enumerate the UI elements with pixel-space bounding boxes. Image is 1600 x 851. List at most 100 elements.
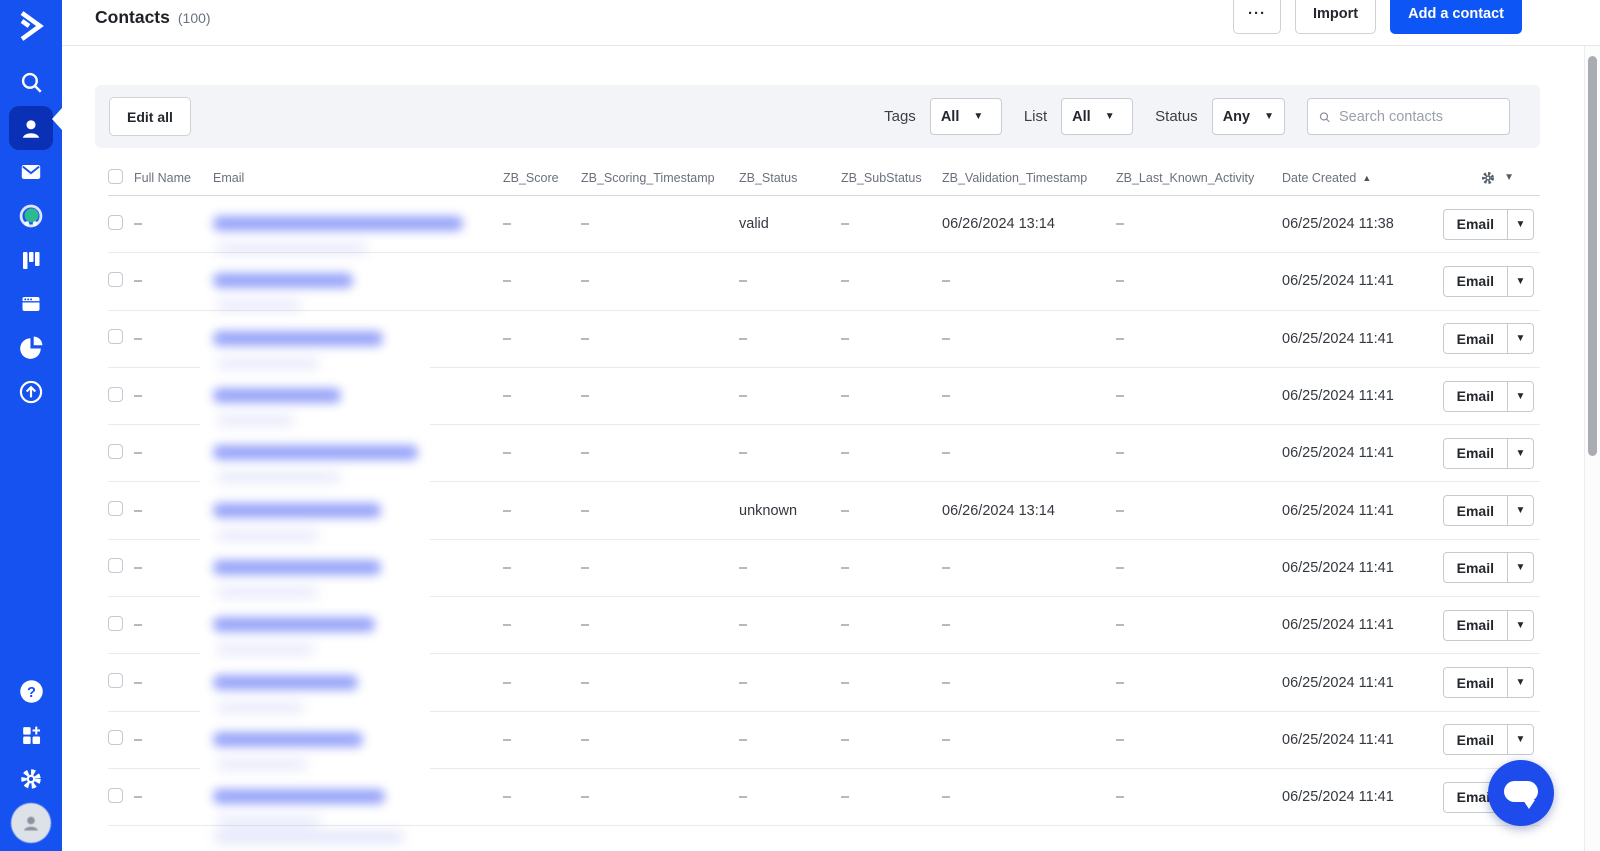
cell-zb-last-known-activity: – bbox=[1116, 445, 1125, 462]
email-action-dropdown[interactable]: ▼ bbox=[1507, 209, 1533, 239]
sidebar-item-upgrade[interactable] bbox=[0, 370, 62, 414]
sidebar-item-account[interactable] bbox=[0, 801, 62, 845]
cell-zb-last-known-activity: – bbox=[1116, 502, 1125, 519]
import-button[interactable]: Import bbox=[1295, 0, 1377, 34]
column-header-zb-substatus[interactable]: ZB_SubStatus bbox=[841, 171, 942, 185]
cell-email bbox=[213, 597, 503, 655]
row-checkbox[interactable] bbox=[108, 386, 123, 402]
search-nav-icon[interactable] bbox=[0, 60, 62, 104]
email-link-redacted[interactable] bbox=[213, 388, 341, 404]
list-filter-select[interactable]: All ▼ bbox=[1061, 98, 1134, 135]
page-header: Contacts (100) ··· Import Add a contact bbox=[62, 0, 1600, 46]
sidebar-item-apps[interactable] bbox=[0, 713, 62, 757]
email-link-redacted[interactable] bbox=[213, 617, 375, 633]
email-action-dropdown[interactable]: ▼ bbox=[1507, 438, 1533, 468]
column-header-zb-last-known-activity[interactable]: ZB_Last_Known_Activity bbox=[1116, 171, 1282, 185]
email-action-button[interactable]: Email bbox=[1444, 553, 1507, 582]
sidebar-item-deals[interactable] bbox=[0, 238, 62, 282]
email-action-dropdown[interactable]: ▼ bbox=[1507, 553, 1533, 583]
chevron-down-icon[interactable]: ▼ bbox=[1504, 172, 1514, 183]
email-action-dropdown[interactable]: ▼ bbox=[1507, 381, 1533, 411]
email-action-button[interactable]: Email bbox=[1444, 267, 1507, 296]
chat-widget-button[interactable] bbox=[1488, 760, 1554, 826]
cell-actions: Email ▼ bbox=[1414, 265, 1540, 297]
table-row: –––––––06/25/2024 11:41Email▼ bbox=[108, 597, 1540, 655]
email-action-button[interactable]: Email bbox=[1444, 725, 1507, 754]
column-header-zb-score[interactable]: ZB_Score bbox=[503, 171, 581, 185]
sidebar-item-conversations[interactable] bbox=[0, 194, 62, 238]
contacts-icon bbox=[22, 120, 40, 138]
row-checkbox[interactable] bbox=[108, 787, 123, 803]
row-checkbox[interactable] bbox=[108, 501, 123, 517]
search-contacts-input[interactable] bbox=[1339, 108, 1499, 125]
edit-all-button[interactable]: Edit all bbox=[109, 97, 191, 136]
more-options-button[interactable]: ··· bbox=[1233, 0, 1282, 34]
row-checkbox[interactable] bbox=[108, 443, 123, 459]
email-action-button[interactable]: Email bbox=[1444, 439, 1507, 468]
gear-icon bbox=[21, 769, 41, 789]
row-checkbox[interactable] bbox=[108, 558, 123, 574]
cell-zb-validation-timestamp: 06/26/2024 13:14 bbox=[942, 502, 1055, 519]
column-settings-gear-icon[interactable] bbox=[1480, 170, 1496, 186]
row-checkbox[interactable] bbox=[108, 615, 123, 631]
cell-zb-substatus: – bbox=[841, 216, 850, 233]
sidebar-item-help[interactable]: ? bbox=[0, 669, 62, 713]
email-action-dropdown[interactable]: ▼ bbox=[1507, 324, 1533, 354]
email-link-redacted[interactable] bbox=[213, 330, 383, 346]
sidebar-item-contacts[interactable] bbox=[9, 106, 53, 150]
email-action-dropdown[interactable]: ▼ bbox=[1507, 668, 1533, 698]
row-checkbox[interactable] bbox=[108, 214, 123, 230]
cell-zb-status: – bbox=[739, 617, 748, 634]
email-action-button[interactable]: Email bbox=[1444, 382, 1507, 411]
row-checkbox[interactable] bbox=[108, 271, 123, 287]
email-action-button[interactable]: Email bbox=[1444, 324, 1507, 353]
email-link-redacted[interactable] bbox=[213, 502, 381, 518]
row-checkbox[interactable] bbox=[108, 730, 123, 746]
cell-date-created: 06/25/2024 11:41 bbox=[1282, 674, 1394, 691]
email-action-button[interactable]: Email bbox=[1444, 210, 1507, 239]
email-link-redacted[interactable] bbox=[213, 559, 381, 575]
email-link-redacted[interactable] bbox=[213, 216, 463, 232]
cell-zb-scoring-timestamp: – bbox=[581, 789, 590, 806]
email-action-button[interactable]: Email bbox=[1444, 611, 1507, 640]
select-all-checkbox[interactable] bbox=[108, 168, 123, 184]
row-checkbox[interactable] bbox=[108, 329, 123, 345]
email-link-redacted[interactable] bbox=[213, 273, 353, 289]
tags-filter-label: Tags bbox=[884, 108, 916, 125]
tags-filter-select[interactable]: All ▼ bbox=[929, 98, 1002, 135]
scrollbar-thumb[interactable] bbox=[1588, 56, 1597, 456]
cell-email bbox=[213, 540, 503, 597]
email-action-dropdown[interactable]: ▼ bbox=[1507, 496, 1533, 526]
column-header-date-created[interactable]: Date Created ▲ bbox=[1282, 171, 1414, 185]
email-link-redacted[interactable] bbox=[213, 674, 358, 690]
column-header-full-name[interactable]: Full Name bbox=[134, 171, 213, 185]
status-filter-select[interactable]: Any ▼ bbox=[1211, 98, 1285, 135]
email-action-dropdown[interactable]: ▼ bbox=[1507, 725, 1533, 755]
column-header-zb-status[interactable]: ZB_Status bbox=[739, 171, 841, 185]
sidebar-item-website[interactable] bbox=[0, 282, 62, 326]
email-link-redacted[interactable] bbox=[213, 789, 385, 805]
sidebar-item-settings[interactable] bbox=[0, 757, 62, 801]
cell-date-created: 06/25/2024 11:41 bbox=[1282, 273, 1394, 290]
sidebar-item-campaigns[interactable] bbox=[0, 150, 62, 194]
email-action-button[interactable]: Email bbox=[1444, 496, 1507, 525]
cell-date-created: 06/25/2024 11:38 bbox=[1282, 216, 1394, 233]
column-header-zb-scoring-timestamp[interactable]: ZB_Scoring_Timestamp bbox=[581, 171, 739, 185]
email-action-button[interactable]: Email bbox=[1444, 668, 1507, 697]
email-split-button: Email ▼ bbox=[1442, 609, 1534, 641]
email-action-dropdown[interactable]: ▼ bbox=[1507, 610, 1533, 640]
app-logo-icon[interactable] bbox=[0, 0, 62, 52]
sidebar-item-reports[interactable] bbox=[0, 326, 62, 370]
cell-zb-last-known-activity: – bbox=[1116, 273, 1125, 290]
email-action-dropdown[interactable]: ▼ bbox=[1507, 266, 1533, 296]
cell-date-created: 06/25/2024 11:41 bbox=[1282, 330, 1394, 347]
column-header-email[interactable]: Email bbox=[213, 171, 503, 185]
cell-email bbox=[213, 482, 503, 540]
email-link-redacted[interactable] bbox=[213, 731, 363, 747]
add-contact-button[interactable]: Add a contact bbox=[1390, 0, 1522, 34]
column-header-zb-validation-timestamp[interactable]: ZB_Validation_Timestamp bbox=[942, 171, 1116, 185]
email-link-redacted[interactable] bbox=[213, 445, 418, 461]
cell-zb-last-known-activity: – bbox=[1116, 388, 1125, 405]
row-checkbox[interactable] bbox=[108, 673, 123, 689]
cell-zb-validation-timestamp: – bbox=[942, 617, 951, 634]
